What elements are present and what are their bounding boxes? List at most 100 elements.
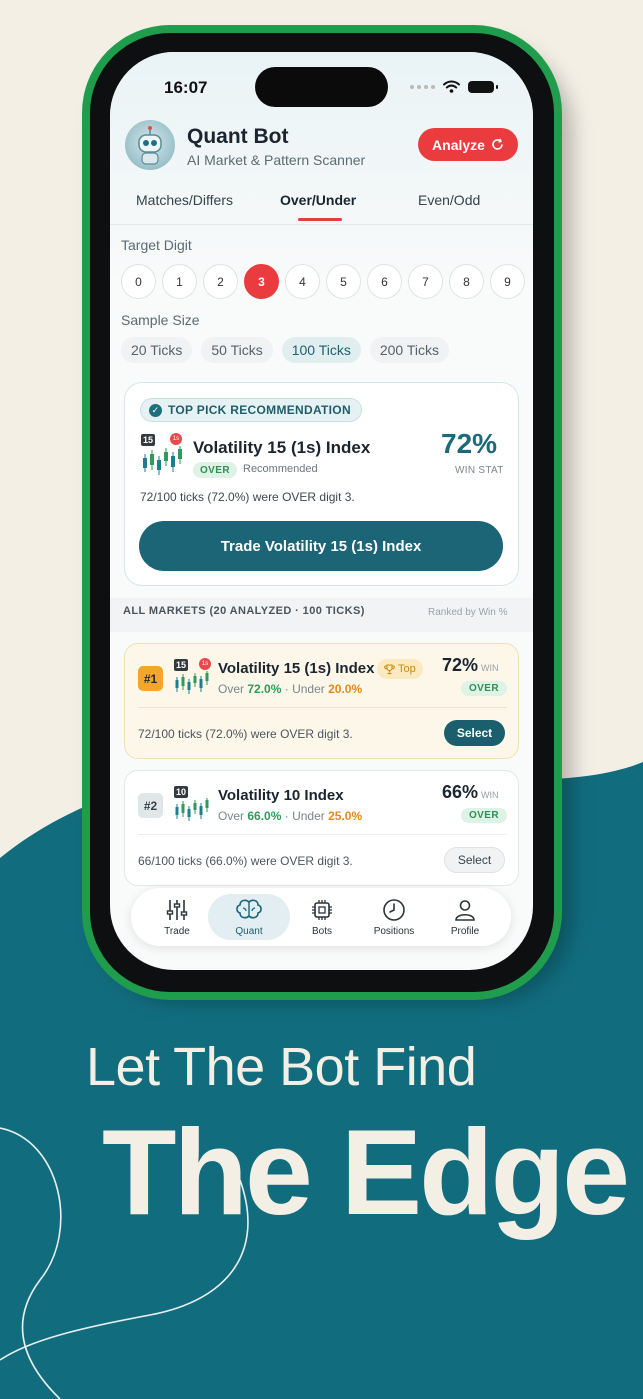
promo-line-1: Let The Bot Find xyxy=(86,1037,477,1097)
active-tab-indicator xyxy=(298,218,342,221)
battery-icon xyxy=(468,80,498,93)
separator: · xyxy=(284,682,289,696)
market-percent-value: 66% xyxy=(442,782,479,802)
clock-icon xyxy=(383,898,405,921)
divider xyxy=(110,224,533,225)
direction-badge: OVER xyxy=(461,681,507,696)
promo-line-2: The Edge xyxy=(102,1104,630,1240)
status-icons xyxy=(410,80,498,93)
tab-matches-differs[interactable]: Matches/Differs xyxy=(136,192,233,208)
nav-profile[interactable]: Profile xyxy=(434,894,496,940)
market-card[interactable]: #1 15 1s Volatility 15 (1s) Index Top Ov… xyxy=(124,643,519,759)
separator: · xyxy=(284,809,289,823)
user-icon xyxy=(455,899,475,921)
sample-option-100[interactable]: 100 Ticks xyxy=(281,337,361,363)
ranked-by-label: Ranked by Win % xyxy=(428,607,508,618)
digit-option-8[interactable]: 8 xyxy=(449,264,484,299)
market-name: Volatility 10 Index xyxy=(218,787,344,804)
nav-bots[interactable]: Bots xyxy=(291,894,353,940)
candlestick-icon xyxy=(175,798,209,821)
divider xyxy=(138,707,507,708)
sample-option-50[interactable]: 50 Ticks xyxy=(201,337,273,363)
app-title: Quant Bot xyxy=(187,125,289,148)
sample-option-200[interactable]: 200 Ticks xyxy=(369,337,449,363)
top-pick-header: TOP PICK RECOMMENDATION xyxy=(168,403,351,417)
digit-option-6[interactable]: 6 xyxy=(367,264,402,299)
nav-label: Profile xyxy=(450,925,480,937)
win-stat-label: WIN STAT xyxy=(455,465,504,476)
over-percent: 66.0% xyxy=(247,809,282,823)
trophy-icon xyxy=(384,663,395,674)
over-label: Over xyxy=(218,809,245,823)
analyze-label: Analyze xyxy=(432,136,485,153)
sample-size-label: Sample Size xyxy=(121,312,200,328)
target-digit-picker: 0 1 2 3 4 5 6 7 8 9 xyxy=(121,264,525,299)
top-pick-market-name: Volatility 15 (1s) Index xyxy=(193,438,371,457)
tab-over-under[interactable]: Over/Under xyxy=(280,192,356,208)
robot-avatar-icon xyxy=(125,120,175,170)
nav-label: Trade xyxy=(164,925,190,937)
top-tag-label: Top xyxy=(398,663,416,675)
win-percent: 72% xyxy=(441,428,498,459)
market-percent-value: 72% xyxy=(442,655,479,675)
direction-badge: OVER xyxy=(193,462,237,478)
under-percent: 20.0% xyxy=(328,682,363,696)
direction-badge: OVER xyxy=(461,808,507,823)
signal-dots-icon xyxy=(410,84,435,89)
nav-label: Positions xyxy=(373,925,415,937)
digit-option-7[interactable]: 7 xyxy=(408,264,443,299)
digit-option-3[interactable]: 3 xyxy=(244,264,279,299)
market-detail: 72/100 ticks (72.0%) were OVER digit 3. xyxy=(138,727,353,741)
digit-option-1[interactable]: 1 xyxy=(162,264,197,299)
top-pick-pill: ✓ TOP PICK RECOMMENDATION xyxy=(140,398,362,422)
analyze-button[interactable]: Analyze xyxy=(418,128,518,161)
app-subtitle: AI Market & Pattern Scanner xyxy=(187,152,366,168)
top-tag: Top xyxy=(377,659,423,679)
bottom-nav: Trade Quant Bots Positions Profile xyxy=(131,888,511,946)
over-percent: 72.0% xyxy=(247,682,282,696)
target-digit-label: Target Digit xyxy=(121,237,192,253)
check-icon: ✓ xyxy=(149,403,162,417)
candlestick-icon xyxy=(175,671,209,694)
status-time: 16:07 xyxy=(164,78,208,97)
trade-button[interactable]: Trade Volatility 15 (1s) Index xyxy=(139,521,503,571)
market-win-percent: 66% WIN xyxy=(442,782,499,803)
market-detail: 66/100 ticks (66.0%) were OVER digit 3. xyxy=(138,854,353,868)
market-speed-badge: 1s xyxy=(170,433,182,445)
dynamic-island xyxy=(255,67,388,107)
under-percent: 25.0% xyxy=(328,809,363,823)
digit-option-2[interactable]: 2 xyxy=(203,264,238,299)
divider xyxy=(138,834,507,835)
market-number-badge: 15 xyxy=(141,434,156,446)
win-label: WIN xyxy=(481,790,499,800)
rank-badge: #2 xyxy=(138,793,163,818)
nav-label: Bots xyxy=(311,925,332,937)
market-over-under: Over 66.0% · Under 25.0% xyxy=(218,809,362,823)
wifi-icon xyxy=(443,80,460,93)
digit-option-5[interactable]: 5 xyxy=(326,264,361,299)
nav-trade[interactable]: Trade xyxy=(146,894,208,940)
market-over-under: Over 72.0% · Under 20.0% xyxy=(218,682,362,696)
sliders-icon xyxy=(166,899,188,920)
nav-label: Quant xyxy=(235,925,263,937)
market-card[interactable]: #2 10 Volatility 10 Index Over 66.0% · U… xyxy=(124,770,519,886)
under-label: Under xyxy=(292,682,325,696)
nav-positions[interactable]: Positions xyxy=(363,894,425,940)
digit-option-0[interactable]: 0 xyxy=(121,264,156,299)
select-button[interactable]: Select xyxy=(444,720,505,746)
candlestick-icon xyxy=(143,446,182,475)
brain-icon xyxy=(236,899,262,918)
recommended-label: Recommended xyxy=(243,463,318,475)
sample-size-picker: 20 Ticks 50 Ticks 100 Ticks 200 Ticks xyxy=(121,337,449,363)
win-label: WIN xyxy=(481,663,499,673)
tab-even-odd[interactable]: Even/Odd xyxy=(418,192,480,208)
market-number-badge: 15 xyxy=(174,659,189,671)
under-label: Under xyxy=(292,809,325,823)
refresh-icon xyxy=(492,138,503,150)
sample-option-20[interactable]: 20 Ticks xyxy=(121,337,193,363)
top-pick-card: ✓ TOP PICK RECOMMENDATION 15 1s Volatili… xyxy=(124,382,519,586)
digit-option-4[interactable]: 4 xyxy=(285,264,320,299)
select-button[interactable]: Select xyxy=(444,847,505,873)
nav-quant[interactable]: Quant xyxy=(208,894,290,940)
digit-option-9[interactable]: 9 xyxy=(490,264,525,299)
